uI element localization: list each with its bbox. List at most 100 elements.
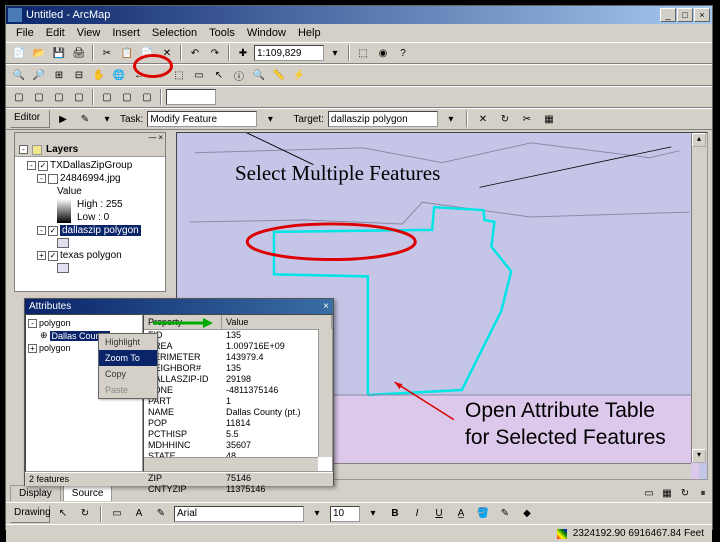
view-data-icon[interactable]: ▭ (640, 484, 658, 502)
fixed-zoom-out-icon[interactable]: ⊟ (70, 66, 88, 84)
font-size-input[interactable] (330, 506, 360, 522)
et-a-icon[interactable]: ▢ (10, 88, 28, 106)
col-value[interactable]: Value (222, 315, 332, 330)
ctx-zoom-to[interactable]: Zoom To (99, 350, 157, 366)
marker-color-icon[interactable]: ◆ (518, 505, 536, 523)
text-icon[interactable]: A (130, 505, 148, 523)
pause-icon[interactable]: ⏸ (694, 484, 712, 502)
menu-selection[interactable]: Selection (146, 27, 203, 39)
rectangle-icon[interactable]: ▭ (108, 505, 126, 523)
toc-close-icon[interactable]: × (158, 133, 163, 143)
edit-tool-icon[interactable]: ▶ (54, 110, 72, 128)
et-f-icon[interactable]: ▢ (118, 88, 136, 106)
exp2-icon[interactable]: - (37, 174, 46, 183)
select-element-icon[interactable]: ↖ (54, 505, 72, 523)
refresh-icon[interactable]: ↻ (676, 484, 694, 502)
check2[interactable] (48, 174, 58, 184)
save-icon[interactable]: 💾 (50, 44, 68, 62)
attr-grid[interactable]: Property Value FID135AREA1.009716E+09PER… (143, 314, 333, 472)
menu-file[interactable]: File (10, 27, 40, 39)
paste-icon[interactable]: 📄 (138, 44, 156, 62)
layer-group[interactable]: TXDallasZipGroup (50, 160, 132, 171)
check4[interactable]: ✓ (48, 251, 58, 261)
line-color-icon[interactable]: ✎ (496, 505, 514, 523)
grid-row[interactable]: PCTHISP5.5 (144, 429, 332, 440)
fixed-zoom-in-icon[interactable]: ⊞ (50, 66, 68, 84)
clear-selection-icon[interactable]: ▭ (190, 66, 208, 84)
font-input[interactable] (174, 506, 304, 522)
maximize-button[interactable]: □ (677, 8, 693, 22)
undo-icon[interactable]: ↶ (186, 44, 204, 62)
new-icon[interactable]: 📄 (10, 44, 28, 62)
menu-help[interactable]: Help (292, 27, 327, 39)
whats-this-icon[interactable]: ? (394, 44, 412, 62)
target-dd-icon[interactable]: ▾ (442, 110, 460, 128)
font-dd-icon[interactable]: ▾ (308, 505, 326, 523)
check3[interactable]: ✓ (48, 226, 58, 236)
tree-root2[interactable]: polygon (39, 343, 71, 353)
full-extent-icon[interactable]: 🌐 (110, 66, 128, 84)
grid-row[interactable]: DALLASZIP-ID29198 (144, 374, 332, 385)
tool-b-icon[interactable]: ◉ (374, 44, 392, 62)
grid-row[interactable]: CNTYZIP11375146 (144, 484, 332, 495)
toc-pin-icon[interactable]: — (148, 133, 156, 143)
exp3-icon[interactable]: - (37, 226, 46, 235)
attributes-titlebar[interactable]: Attributes × (25, 299, 333, 314)
layer-dallaszip[interactable]: dallaszip polygon (60, 225, 141, 236)
scroll-up-icon[interactable]: ▴ (692, 133, 706, 147)
measure-icon[interactable]: 📏 (270, 66, 288, 84)
open-icon[interactable]: 📂 (30, 44, 48, 62)
tree-root1[interactable]: polygon (39, 318, 71, 328)
print-icon[interactable]: 🖨 (70, 44, 88, 62)
scroll-down-icon[interactable]: ▾ (692, 449, 706, 463)
bold-icon[interactable]: B (386, 505, 404, 523)
view-layout-icon[interactable]: ▦ (658, 484, 676, 502)
fill-color-icon[interactable]: 🪣 (474, 505, 492, 523)
layer-raster[interactable]: 24846994.jpg (60, 173, 121, 184)
close-button[interactable]: × (694, 8, 710, 22)
menu-insert[interactable]: Insert (106, 27, 146, 39)
exp4-icon[interactable]: + (37, 251, 46, 260)
tab-source[interactable]: Source (63, 485, 113, 501)
edit-vertices-icon[interactable]: ✎ (152, 505, 170, 523)
menu-view[interactable]: View (71, 27, 107, 39)
underline-icon[interactable]: U (430, 505, 448, 523)
dropdown-icon[interactable]: ▾ (326, 44, 344, 62)
check1[interactable]: ✓ (38, 161, 48, 171)
ed-tool-rot-icon[interactable]: ↻ (496, 110, 514, 128)
et-b-icon[interactable]: ▢ (30, 88, 48, 106)
tree-exp2-icon[interactable]: + (28, 344, 37, 353)
rotate-icon[interactable]: ↻ (76, 505, 94, 523)
delete-icon[interactable]: ✕ (158, 44, 176, 62)
toc-expand-icon[interactable]: - (19, 145, 28, 154)
attributes-button-icon[interactable]: ▦ (540, 110, 558, 128)
menu-tools[interactable]: Tools (203, 27, 241, 39)
attr-tree[interactable]: -polygon ⊕Dallas County +polygon Highlig… (25, 314, 143, 472)
menu-edit[interactable]: Edit (40, 27, 71, 39)
minimize-button[interactable]: _ (660, 8, 676, 22)
target-input[interactable] (328, 111, 438, 127)
editor-dropdown[interactable]: Editor (10, 110, 50, 128)
tool-a-icon[interactable]: ⬚ (354, 44, 372, 62)
grid-row[interactable]: POP11814 (144, 418, 332, 429)
exp1-icon[interactable]: - (27, 161, 36, 170)
ed-tool-split-icon[interactable]: ✂ (518, 110, 536, 128)
menu-window[interactable]: Window (241, 27, 292, 39)
prev-extent-icon[interactable]: ← (130, 66, 148, 84)
select-features-icon[interactable]: ⬚ (170, 66, 188, 84)
et-g-icon[interactable]: ▢ (138, 88, 156, 106)
attr-close-icon[interactable]: × (323, 301, 329, 312)
et-d-icon[interactable]: ▢ (70, 88, 88, 106)
copy-icon[interactable]: 📋 (118, 44, 136, 62)
hyperlink-icon[interactable]: ⚡ (290, 66, 308, 84)
grid-vscroll[interactable] (318, 329, 332, 457)
font-color-icon[interactable]: A̲ (452, 505, 470, 523)
grid-row[interactable]: NAMEDallas County (pt.) (144, 407, 332, 418)
identify-icon[interactable]: ⓘ (230, 66, 248, 84)
grid-row[interactable]: ZONE-4811375146 (144, 385, 332, 396)
et-box[interactable] (166, 89, 216, 105)
add-data-icon[interactable]: ✚ (234, 44, 252, 62)
grid-row[interactable]: PERIMETER143979.4 (144, 352, 332, 363)
pan-icon[interactable]: ✋ (90, 66, 108, 84)
grid-hscroll[interactable] (144, 457, 318, 471)
